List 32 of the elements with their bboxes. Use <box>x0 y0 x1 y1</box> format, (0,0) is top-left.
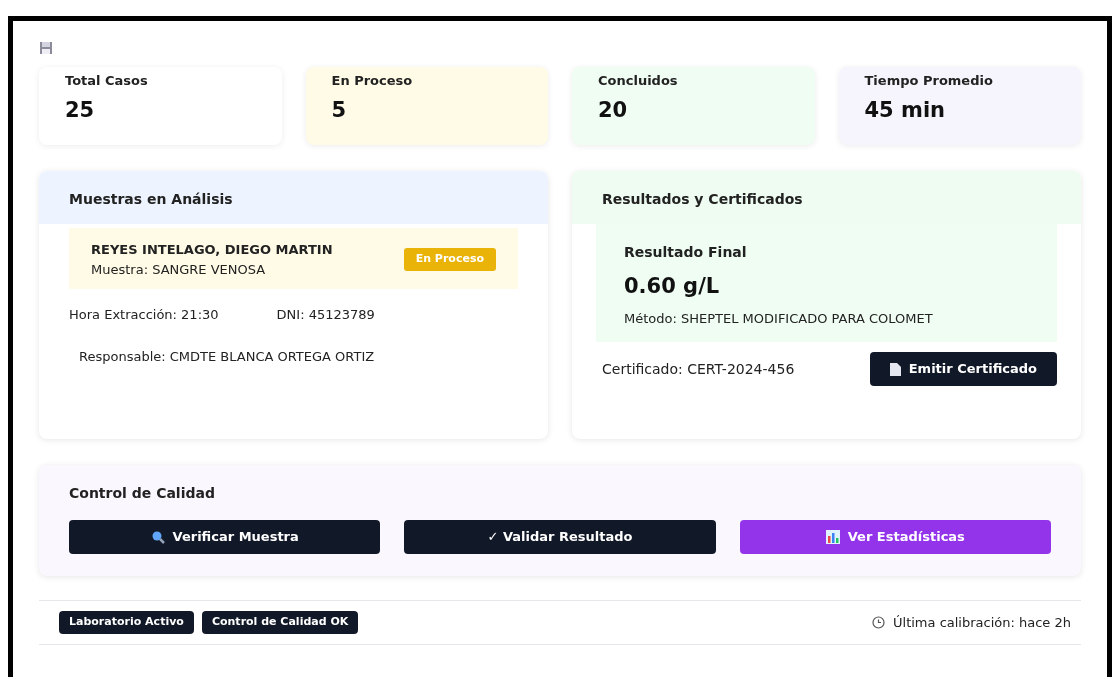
sample-type: Muestra: SANGRE VENOSA <box>91 261 266 277</box>
extraction-time: Hora Extracción: 21:30 <box>69 306 219 324</box>
dni-text: DNI: 45123789 <box>276 306 375 324</box>
search-icon <box>150 530 165 544</box>
status-badge: Control de Calidad OK <box>201 611 359 634</box>
action-button[interactable]: Verificar Muestra <box>69 520 381 554</box>
panel-title: Muestras en Análisis <box>69 191 233 207</box>
stat-label: Concluidos <box>598 72 678 90</box>
stat-value: 45 min <box>864 96 946 124</box>
result-value: 0.60 g/L <box>624 274 720 298</box>
stat-label: Tiempo Promedio <box>864 72 993 90</box>
responsible-text: Responsable: CMDTE BLANCA ORTEGA ORTIZ <box>79 348 375 364</box>
calibration-text: Última calibración: hace 2h <box>893 613 1071 632</box>
action-button[interactable]: ✓ Validar Resultado <box>404 520 716 554</box>
stat-value: 5 <box>331 96 347 124</box>
patient-name: REYES INTELAGO, DIEGO MARTIN <box>91 242 333 257</box>
action-button[interactable]: Ver Estadísticas <box>739 520 1051 554</box>
stat-label: En Proceso <box>331 72 413 90</box>
clock-icon <box>872 615 886 629</box>
status-badge: Laboratorio Activo <box>59 611 194 634</box>
status-badge: En Proceso <box>403 248 496 271</box>
panel-title: Resultados y Certificados <box>602 191 803 207</box>
certificate-text: Certificado: CERT-2024-456 <box>602 359 796 379</box>
stat-value: 20 <box>598 96 628 124</box>
result-label: Resultado Final <box>624 244 747 260</box>
section-title: Control de Calidad <box>69 484 215 503</box>
stat-label: Total Casos <box>65 72 148 90</box>
issue-certificate-button[interactable]: Emitir Certificado <box>869 352 1057 386</box>
bar-chart-icon <box>825 530 840 544</box>
stat-value: 25 <box>65 96 95 124</box>
document-icon <box>889 362 901 376</box>
method-text: Método: SHEPTEL MODIFICADO PARA COLOMET <box>624 310 933 326</box>
